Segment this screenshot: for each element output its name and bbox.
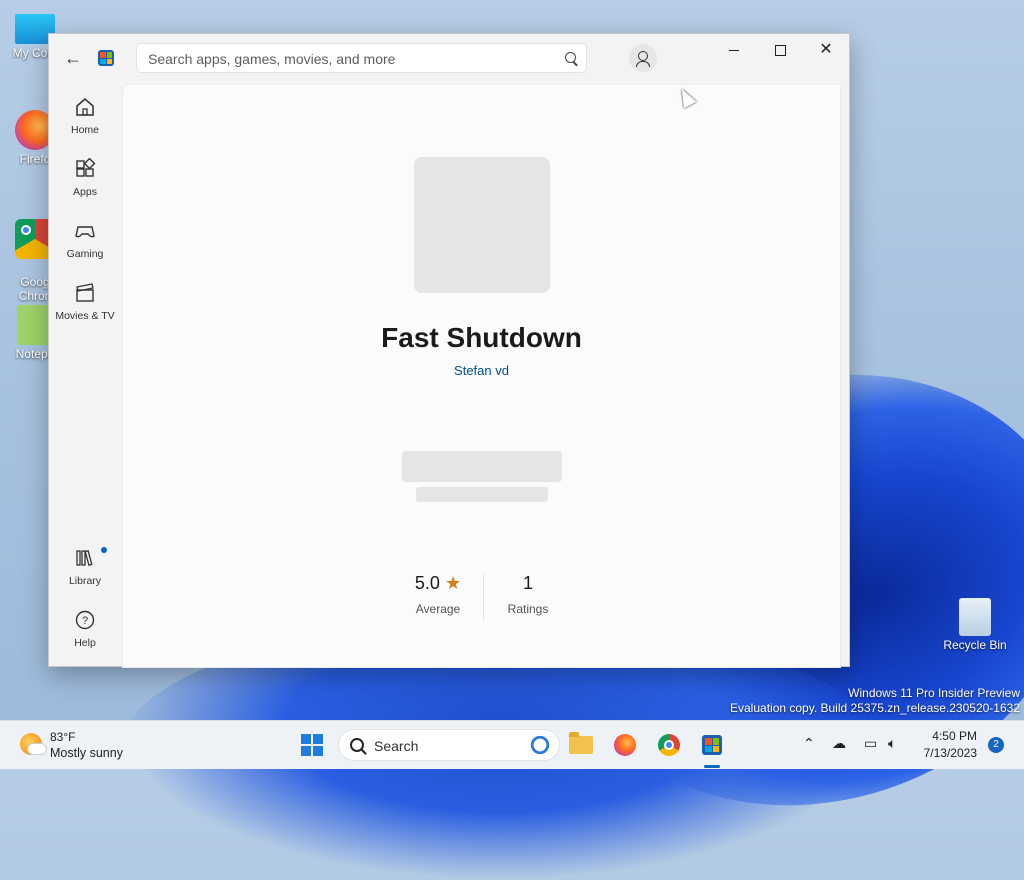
sidebar-item-label: Library [68,575,102,587]
maximize-button[interactable] [757,34,803,66]
library-icon [76,550,93,566]
sidebar-item-movies-tv[interactable]: Movies & TV [49,274,121,330]
publisher-link[interactable]: Stefan vd [123,363,840,378]
sidebar-item-label: Movies & TV [55,310,115,322]
library-update-dot [101,547,107,553]
install-subtext-placeholder [416,487,548,502]
sidebar-item-label: Home [70,124,99,136]
sidebar-item-home[interactable]: Home [49,88,121,144]
taskbar-file-explorer[interactable] [565,729,597,761]
movies-icon [76,283,94,302]
watermark-line2: Evaluation copy. Build 25375.zn_release.… [730,701,1020,715]
search-icon [350,738,364,752]
weather-temp: 83°F [50,730,76,744]
cloud-icon [27,743,47,755]
store-icon [702,735,722,755]
taskbar-search[interactable]: Search [338,729,560,761]
rating-average: 5.0 ★ Average [393,573,483,616]
close-button[interactable]: ✕ [803,34,849,66]
back-arrow-icon: ← [64,47,82,68]
volume-icon[interactable]: 🔈︎ [888,735,896,752]
install-button-placeholder [402,451,562,482]
close-icon: ✕ [819,41,833,58]
back-button[interactable]: ← [61,46,85,70]
home-icon [76,98,94,116]
sidebar-item-label: Gaming [66,248,104,260]
sidebar-nav: Home Apps Gaming Movies & TV Library ? H… [49,84,121,664]
app-icon-placeholder [414,157,550,293]
taskbar-search-label: Search [374,738,419,754]
sidebar-item-gaming[interactable]: Gaming [49,212,121,268]
watermark-line1: Windows 11 Pro Insider Preview [848,686,1020,700]
weather-desc: Mostly sunny [50,746,123,760]
store-window: ← ✕ Home Apps Gaming Movies & TV [48,33,850,668]
ratings-count-value: 1 [522,573,533,593]
gaming-icon [75,226,95,238]
account-button[interactable] [629,44,657,72]
os-watermark: Windows 11 Pro Insider Preview Evaluatio… [730,686,1020,716]
sidebar-item-label: Help [74,637,96,649]
taskbar-firefox[interactable] [609,729,641,761]
apps-icon [76,157,96,177]
bing-icon[interactable] [529,734,551,756]
account-icon [638,51,648,61]
svg-text:?: ? [82,615,88,627]
desktop-icon-recycle-bin[interactable]: Recycle Bin [940,598,1010,652]
sidebar-item-apps[interactable]: Apps [49,150,121,206]
network-icon[interactable]: ▭ [864,735,877,752]
notification-badge[interactable]: 2 [988,737,1004,753]
title-bar: ← ✕ [49,34,849,84]
search-icon[interactable] [565,52,576,63]
maximize-icon [774,44,786,56]
chevron-up-icon[interactable]: ⌃ [803,735,815,752]
ratings-count: 1 Ratings [483,573,573,616]
app-title: Fast Shutdown [381,322,582,353]
sidebar-item-label: Apps [73,186,97,198]
recycle-bin-icon [959,598,991,636]
taskbar-store[interactable] [696,729,728,761]
clock-time[interactable]: 4:50 PM [932,729,977,743]
chrome-icon [658,734,680,756]
sidebar-item-help[interactable]: ? Help [49,601,121,657]
taskbar-chrome[interactable] [653,729,685,761]
desktop-icon-label: Recycle Bin [943,638,1007,652]
start-button[interactable] [296,729,328,761]
star-icon: ★ [444,573,462,593]
ratings-count-label: Ratings [507,602,549,616]
app-details-panel: Fast Shutdown Stefan vd 5.0 ★ Average 1 … [122,84,841,668]
clock-date[interactable]: 7/13/2023 [924,746,977,760]
rating-label: Average [415,602,461,616]
onedrive-off-icon[interactable]: ☁ [832,735,846,752]
taskbar: 83°F Mostly sunny Search ⌃ ☁ ▭ 🔈︎ 4:50 P… [0,720,1024,769]
sidebar-item-library[interactable]: Library [49,539,121,595]
rating-value: 5.0 [414,573,440,593]
minimize-button[interactable] [711,34,757,66]
firefox-icon [614,734,636,756]
store-logo-icon [98,50,114,66]
help-icon: ? [75,610,95,630]
search-input[interactable] [146,49,550,69]
minimize-icon [729,49,739,51]
folder-icon [569,732,593,754]
windows-logo-icon [301,734,323,756]
search-box[interactable] [136,43,587,73]
